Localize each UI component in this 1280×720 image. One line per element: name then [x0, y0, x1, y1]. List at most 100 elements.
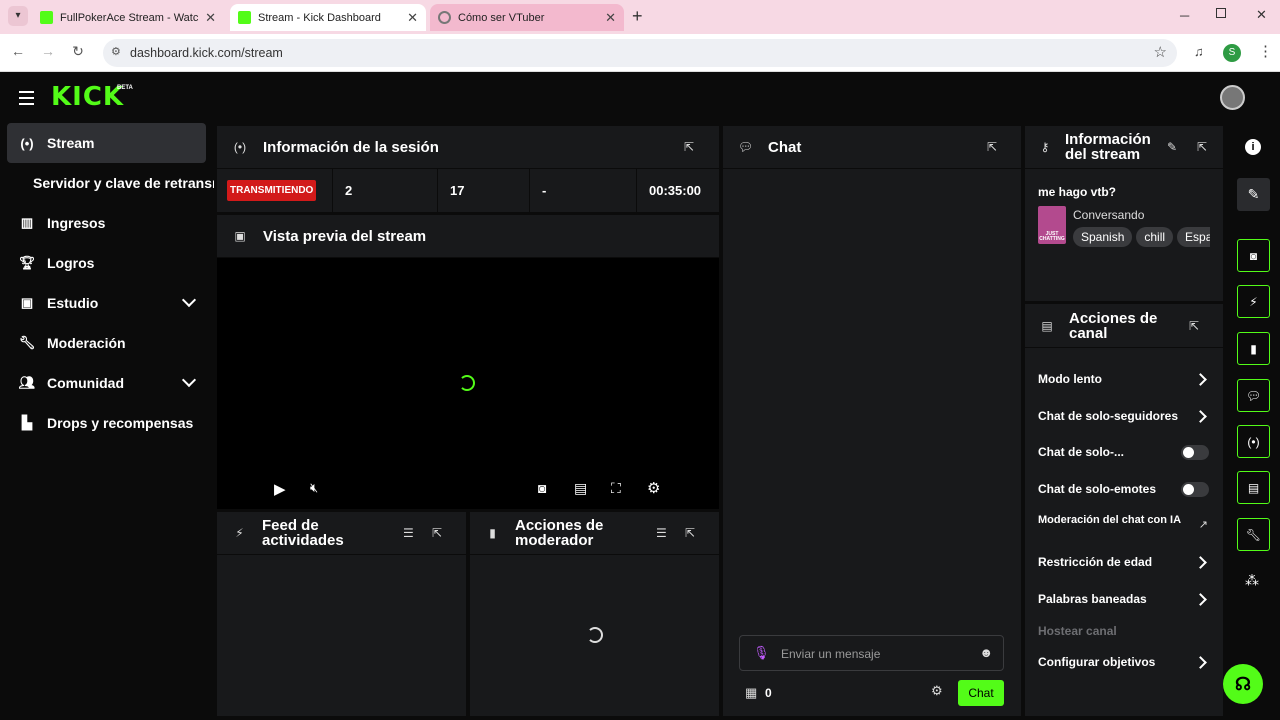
action-label: Chat de solo-seguidores: [1038, 409, 1179, 423]
minimize-button[interactable]: ─: [1180, 8, 1189, 23]
browser-tab-3[interactable]: Cómo ser VTuber ✕: [430, 4, 624, 31]
chat-placeholder: Enviar un mensaje: [781, 647, 881, 661]
tab-title: FullPokerAce Stream - Watch Live on Kick: [60, 11, 199, 24]
tag-chip[interactable]: chill: [1136, 227, 1174, 247]
sidebar-item-stream[interactable]: (•) Stream: [7, 123, 206, 163]
browser-tab-2[interactable]: Stream - Kick Dashboard ✕: [230, 4, 426, 31]
kick-dashboard: KICK BETA (•) Stream Servidor y clave de…: [0, 72, 1280, 720]
tab-list-chevron-icon[interactable]: ▾: [8, 6, 28, 26]
theatre-mode-icon[interactable]: ▤: [574, 480, 587, 497]
panel-title: Feed de actividades: [262, 517, 344, 549]
user-avatar[interactable]: [1220, 85, 1245, 110]
profile-avatar[interactable]: S: [1223, 44, 1241, 62]
tag-chip[interactable]: Spanish: [1073, 227, 1133, 247]
popout-icon[interactable]: ⇱: [1189, 319, 1199, 333]
browser-tab-1[interactable]: FullPokerAce Stream - Watch Live on Kick…: [32, 4, 224, 31]
back-icon[interactable]: ←: [8, 43, 28, 59]
channel-actions-button[interactable]: ▤: [1237, 471, 1270, 504]
sidebar-item-estudio[interactable]: ▣ Estudio: [7, 283, 206, 323]
moderation-button[interactable]: 🔧︎: [1237, 518, 1270, 551]
miniplayer-icon[interactable]: ◙: [538, 480, 546, 496]
screenshot-button[interactable]: ◙: [1237, 239, 1270, 272]
site-info-icon[interactable]: ⚙: [111, 45, 121, 58]
scroll-icon: ▮: [1250, 341, 1257, 356]
forward-icon[interactable]: →: [38, 43, 58, 59]
url-field[interactable]: ⚙ dashboard.kick.com/stream ☆: [103, 39, 1177, 67]
popout-icon[interactable]: ⇱: [684, 140, 694, 154]
media-controls-icon[interactable]: ♫: [1194, 44, 1204, 59]
activity-feed-button[interactable]: ⚡︎: [1237, 285, 1270, 318]
filter-icon[interactable]: ☰: [656, 526, 667, 540]
stat-cell: 17: [438, 169, 530, 212]
sidebar-item-ingresos[interactable]: ▥ Ingresos: [7, 203, 206, 243]
action-label: Restricción de edad: [1038, 555, 1153, 569]
close-tab-icon[interactable]: ✕: [205, 10, 216, 26]
lightning-icon: ⚡︎: [1249, 294, 1258, 309]
close-tab-icon[interactable]: ✕: [605, 10, 616, 26]
browser-menu-icon[interactable]: ⋮: [1258, 42, 1273, 60]
popout-icon[interactable]: ⇱: [685, 526, 695, 540]
action-label: Configurar objetivos: [1038, 655, 1156, 669]
scroll-icon: ▮: [489, 526, 496, 540]
tab-title: Stream - Kick Dashboard: [258, 11, 381, 24]
sidebar-item-server-key[interactable]: Servidor y clave de retransmisión: [33, 163, 214, 203]
close-window-button[interactable]: ✕: [1256, 7, 1267, 23]
sidebar: (•) Stream Servidor y clave de retransmi…: [0, 122, 214, 720]
panel-title: Acciones de canal: [1069, 309, 1158, 342]
sidebar-item-logros[interactable]: 🏆︎ Logros: [7, 243, 206, 283]
settings-gear-icon[interactable]: ⚙: [647, 479, 660, 497]
sidebar-item-label: Estudio: [47, 295, 99, 311]
maximize-button[interactable]: [1216, 8, 1226, 18]
new-tab-button[interactable]: +: [632, 6, 643, 27]
external-link-icon[interactable]: ↗: [1199, 518, 1208, 531]
fullscreen-icon[interactable]: ⛶: [611, 480, 621, 497]
session-info-button[interactable]: (•): [1237, 425, 1270, 458]
chat-input[interactable]: 🎙︎ Enviar un mensaje ☻: [739, 635, 1004, 671]
filter-icon[interactable]: ☰: [403, 526, 414, 540]
sidebar-item-comunidad[interactable]: 👥︎ Comunidad: [7, 363, 206, 403]
edit-layout-button[interactable]: ✎: [1237, 178, 1270, 211]
studio-icon: ▣: [20, 295, 34, 310]
action-label: Moderación del chat con IA: [1038, 514, 1182, 526]
live-status-badge: TRANSMITIENDO: [227, 180, 317, 201]
sidebar-item-moderacion[interactable]: 🔧︎ Moderación: [7, 323, 206, 363]
popout-icon[interactable]: ⇱: [1197, 140, 1207, 154]
popout-icon[interactable]: ⇱: [987, 140, 997, 154]
emotes-only-toggle[interactable]: [1181, 482, 1209, 497]
channel-points-icon[interactable]: ▦: [745, 685, 757, 701]
popout-icon[interactable]: ⇱: [432, 526, 442, 540]
panel-header: ⚷ Información del stream: [1025, 126, 1223, 169]
support-headset-button[interactable]: ☊: [1223, 664, 1263, 704]
reload-icon[interactable]: ↻: [68, 43, 88, 60]
sidebar-item-drops[interactable]: ▙ Drops y recompensas: [7, 403, 206, 443]
tag-chip[interactable]: Español: [1177, 227, 1210, 247]
chevron-down-icon: [181, 372, 197, 388]
hamburger-menu-icon[interactable]: [19, 91, 34, 105]
mute-icon[interactable]: 🔇︎: [310, 480, 318, 496]
tab-title: Cómo ser VTuber: [458, 11, 545, 24]
info-icon[interactable]: i: [1245, 139, 1261, 155]
wrench-icon: 🔧︎: [18, 335, 36, 350]
sidebar-item-label: Stream: [47, 135, 95, 151]
chart-icon: ▥: [20, 215, 34, 230]
chat-send-button[interactable]: Chat: [958, 680, 1004, 706]
globe-favicon-icon: [438, 11, 451, 24]
microphone-icon[interactable]: 🎙︎: [753, 645, 770, 661]
emoji-icon[interactable]: ☻: [979, 645, 993, 660]
action-label: Modo lento: [1038, 372, 1102, 386]
bookmark-star-icon[interactable]: ☆: [1154, 43, 1167, 61]
edit-pencil-icon[interactable]: ✎: [1167, 140, 1177, 154]
close-tab-icon[interactable]: ✕: [407, 10, 418, 26]
stream-title: me hago vtb?: [1038, 185, 1117, 199]
mod-actions-button[interactable]: ▮: [1237, 332, 1270, 365]
play-icon[interactable]: ▶: [274, 480, 286, 498]
chat-settings-gear-icon[interactable]: ⚙: [931, 683, 943, 699]
panel-title: Información del stream: [1065, 131, 1151, 163]
panel-title: Vista previa del stream: [263, 227, 427, 245]
category-thumbnail[interactable]: JUST CHATTING: [1038, 206, 1066, 244]
kick-logo[interactable]: KICK: [51, 83, 124, 111]
more-apps-icon[interactable]: ⁂: [1245, 572, 1259, 589]
stream-category[interactable]: Conversando: [1073, 208, 1144, 222]
subscribers-only-toggle[interactable]: [1181, 445, 1209, 460]
chat-button[interactable]: 💬︎: [1237, 379, 1270, 412]
